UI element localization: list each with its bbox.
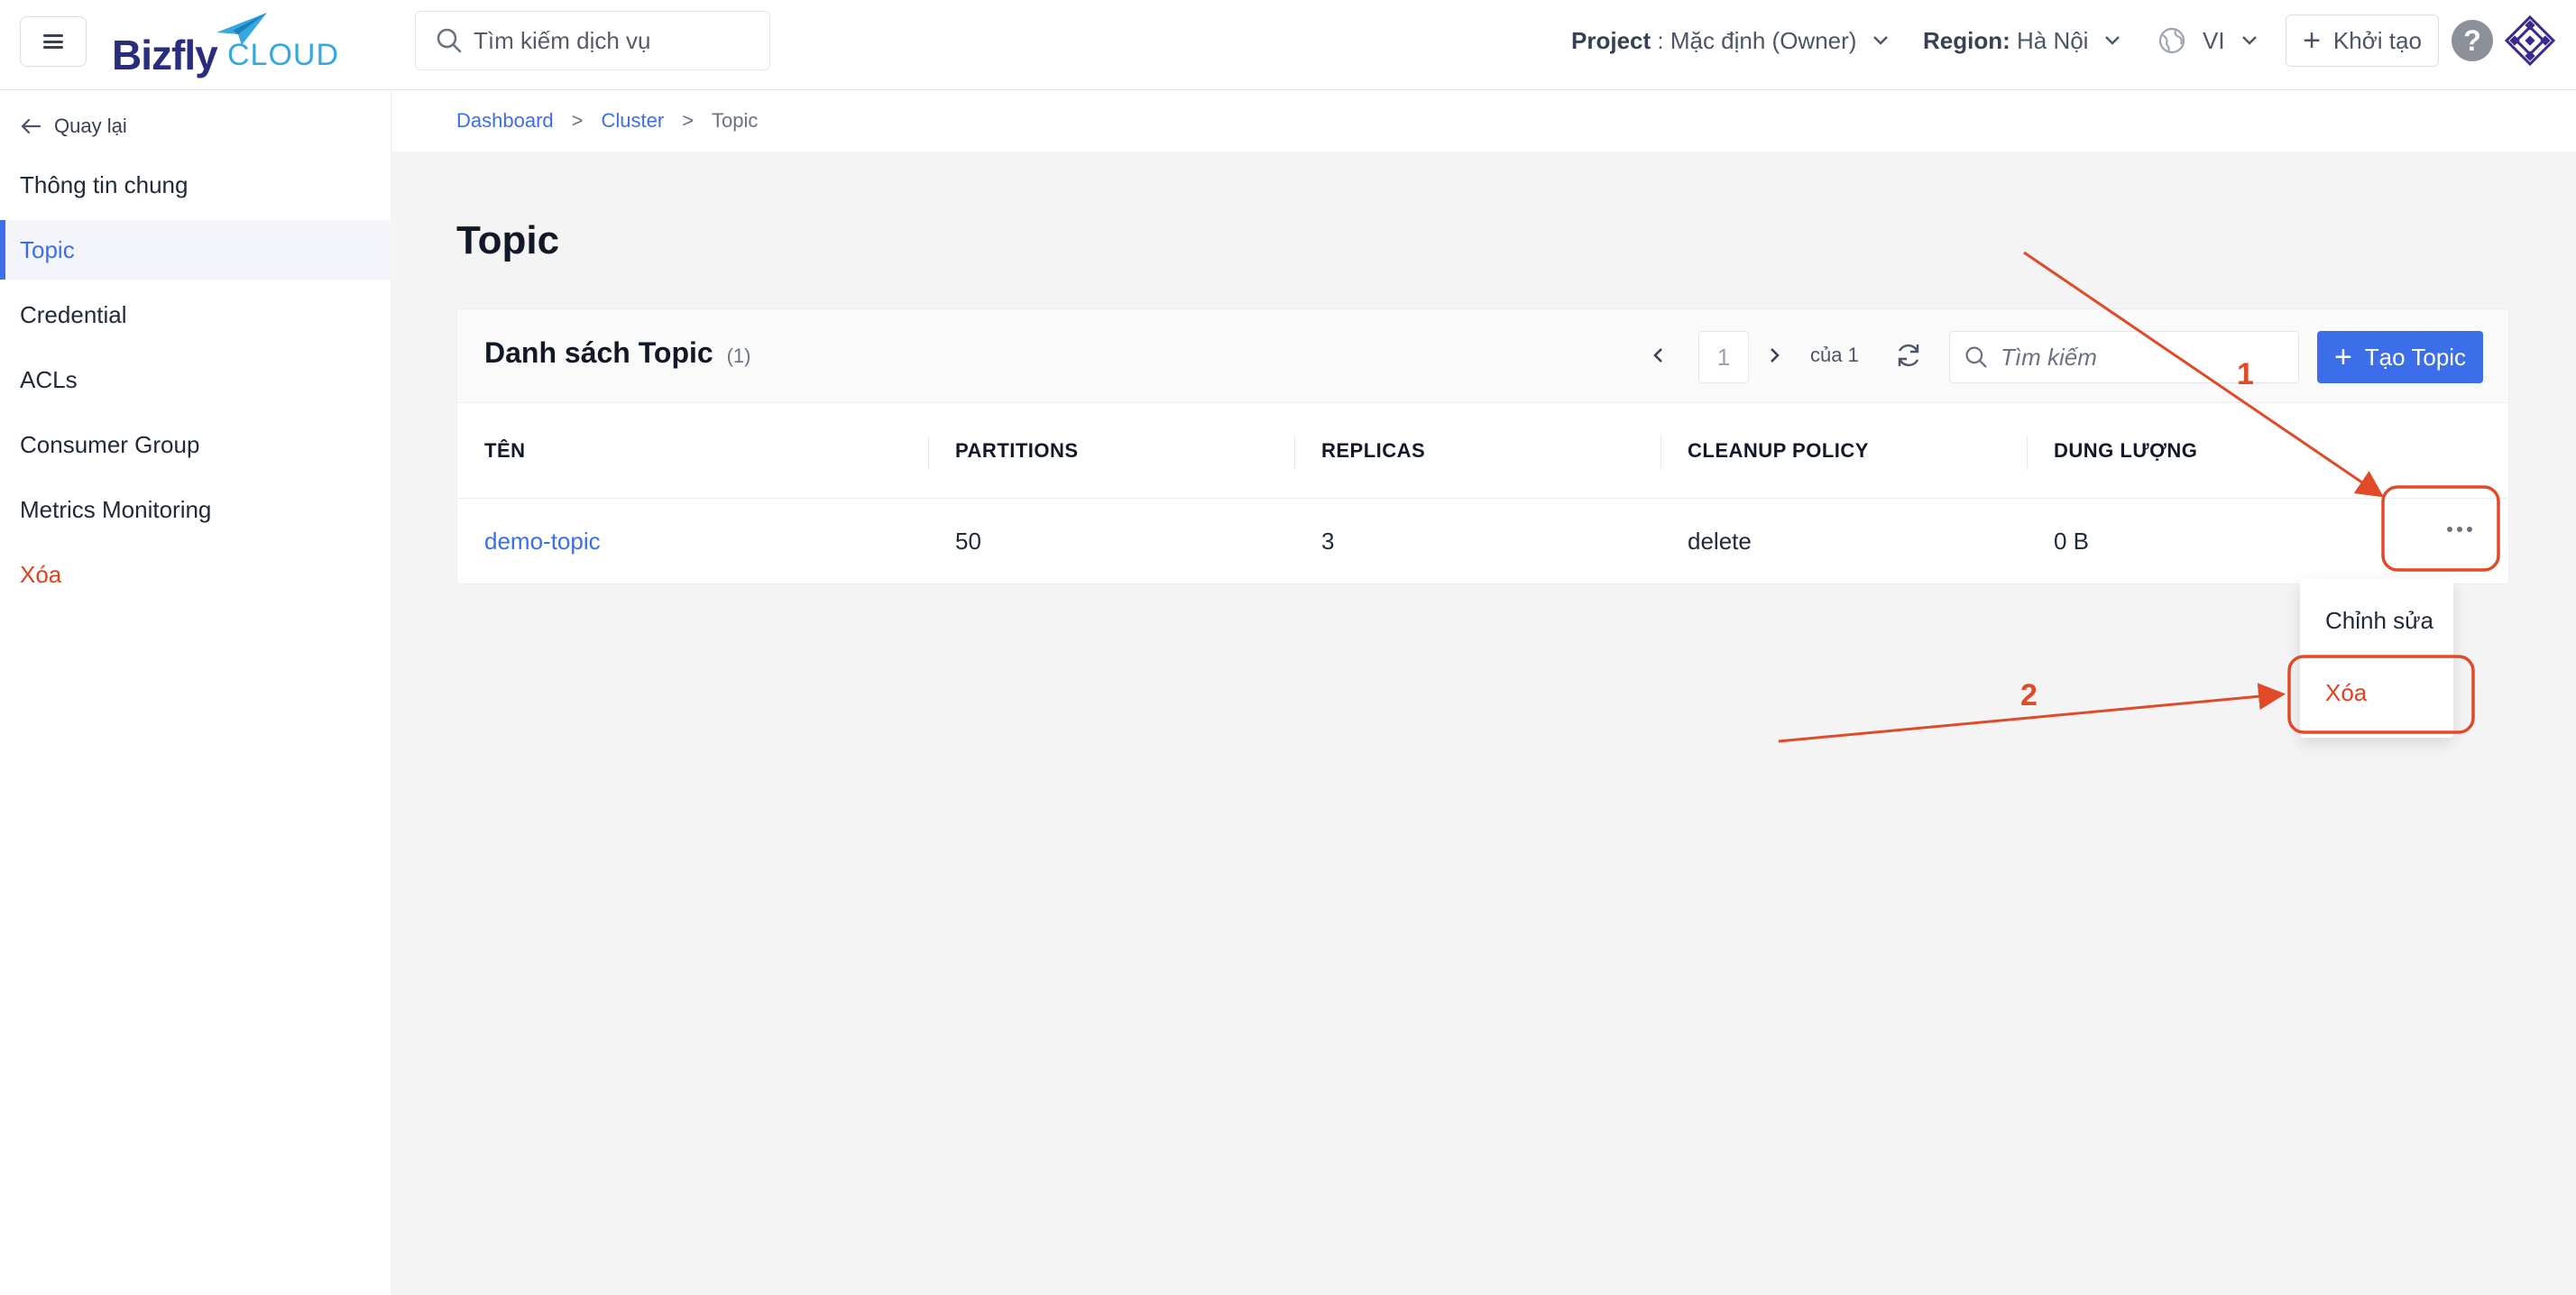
sidebar-item-consumer-group[interactable]: Consumer Group [0, 415, 391, 474]
sidebar: Quay lại Thông tin chung Topic Credentia… [0, 90, 391, 1295]
create-resource-button[interactable]: + Khởi tạo [2286, 14, 2439, 67]
column-header-partitions: PARTITIONS [955, 439, 1079, 462]
menu-item-edit[interactable]: Chỉnh sửa [2300, 584, 2453, 657]
create-topic-button[interactable]: + Tạo Topic [2317, 331, 2483, 383]
card-title: Danh sách Topic (1) [484, 336, 750, 370]
chevron-down-icon [2241, 36, 2257, 45]
annotation-step-2: 2 [2020, 678, 2038, 712]
sidebar-item-label: Topic [20, 235, 75, 263]
sidebar-item-label: Thông tin chung [20, 170, 189, 198]
language-value: VI [2203, 26, 2225, 54]
page-total-label: của 1 [1810, 344, 1859, 366]
search-icon [1965, 346, 1987, 368]
language-selector[interactable]: VI [2157, 20, 2258, 61]
page-number-input[interactable] [1698, 331, 1749, 383]
chevron-left-icon [1653, 348, 1662, 363]
menu-item-delete[interactable]: Xóa [2300, 657, 2453, 729]
column-divider [928, 436, 929, 470]
create-resource-label: Khởi tạo [2332, 26, 2422, 54]
plus-icon: + [2303, 23, 2321, 58]
sidebar-item-credential[interactable]: Credential [0, 285, 391, 344]
back-link[interactable]: Quay lại [20, 108, 127, 144]
project-value: : Mặc định (Owner) [1651, 26, 1857, 54]
top-header: Bizfly CLOUD Project : Mặc định (Owner) … [0, 0, 2576, 90]
card-header: Danh sách Topic (1) của 1 [457, 309, 2508, 403]
column-header-storage: DUNG LƯỢNG [2054, 439, 2198, 462]
main-content: Dashboard > Cluster > Topic Topic Danh s… [391, 90, 2576, 1295]
globe-icon [2158, 27, 2185, 54]
column-divider [2027, 436, 2028, 470]
annotation-step-1: 1 [2237, 357, 2254, 391]
column-divider [1294, 436, 1295, 470]
service-search-input[interactable] [474, 26, 762, 55]
chevron-right-icon [1771, 348, 1780, 363]
topic-list-card: Danh sách Topic (1) của 1 [456, 308, 2509, 584]
sidebar-item-label: Xóa [20, 560, 62, 588]
sidebar-item-label: Consumer Group [20, 430, 200, 458]
chevron-down-icon [2105, 36, 2121, 45]
help-icon[interactable]: ? [2452, 20, 2493, 61]
breadcrumb-cluster[interactable]: Cluster [602, 109, 665, 133]
sidebar-item-topic[interactable]: Topic [0, 220, 391, 280]
topic-partitions: 50 [955, 528, 981, 555]
sidebar-item-label: Credential [20, 300, 127, 328]
logo-text-sub: CLOUD [227, 38, 340, 72]
service-search[interactable] [415, 11, 770, 70]
create-topic-label: Tạo Topic [2364, 343, 2467, 371]
bizfly-logo[interactable]: Bizfly CLOUD [108, 11, 343, 78]
chevron-down-icon [1873, 36, 1889, 45]
breadcrumb-separator: > [682, 109, 695, 132]
column-header-name: TÊN [484, 439, 526, 462]
topic-cleanup-policy: delete [1688, 528, 1752, 555]
region-selector[interactable]: Region: Hà Nội [1923, 20, 2121, 61]
breadcrumb-topic: Topic [712, 109, 759, 132]
arrow-left-icon [21, 118, 41, 134]
topic-storage: 0 B [2054, 528, 2090, 555]
project-label: Project [1571, 26, 1651, 54]
hamburger-icon [43, 34, 63, 49]
previous-page-button[interactable] [1642, 340, 1673, 371]
topic-count-badge: (1) [726, 344, 751, 367]
region-value: Hà Nội [2010, 26, 2089, 54]
more-dots-icon [2447, 527, 2452, 532]
column-header-replicas: REPLICAS [1321, 439, 1426, 462]
topic-search-input[interactable] [2001, 343, 2271, 372]
menu-toggle-button[interactable] [20, 16, 87, 67]
row-actions-button[interactable] [2440, 510, 2479, 549]
back-label: Quay lại [54, 115, 127, 137]
card-title-text: Danh sách Topic [484, 336, 713, 369]
breadcrumb-separator: > [571, 109, 584, 132]
region-label: Region: [1923, 26, 2010, 54]
sidebar-item-label: ACLs [20, 365, 78, 393]
search-icon [437, 28, 462, 53]
next-page-button[interactable] [1760, 340, 1790, 371]
plus-icon: + [2333, 340, 2352, 374]
breadcrumb: Dashboard > Cluster > Topic [391, 90, 2576, 152]
sidebar-item-acls[interactable]: ACLs [0, 350, 391, 409]
logo-text-main: Bizfly [112, 32, 218, 78]
refresh-icon[interactable] [1893, 340, 1924, 371]
project-selector[interactable]: Project : Mặc định (Owner) [1571, 20, 1889, 61]
table-header: TÊN PARTITIONS REPLICAS CLEANUP POLICY D… [457, 403, 2508, 499]
sidebar-item-general-info[interactable]: Thông tin chung [0, 155, 391, 215]
topic-name-link[interactable]: demo-topic [484, 528, 601, 556]
sidebar-item-delete[interactable]: Xóa [0, 545, 391, 604]
topic-replicas: 3 [1321, 528, 1335, 555]
breadcrumb-dashboard[interactable]: Dashboard [456, 109, 554, 133]
row-actions-menu: Chỉnh sửa Xóa [2300, 579, 2453, 738]
sidebar-item-metrics-monitoring[interactable]: Metrics Monitoring [0, 480, 391, 539]
page-title: Topic [456, 218, 560, 262]
sidebar-item-label: Metrics Monitoring [20, 495, 212, 523]
user-avatar-icon[interactable] [2504, 14, 2556, 67]
column-header-cleanup-policy: CLEANUP POLICY [1688, 439, 1869, 462]
